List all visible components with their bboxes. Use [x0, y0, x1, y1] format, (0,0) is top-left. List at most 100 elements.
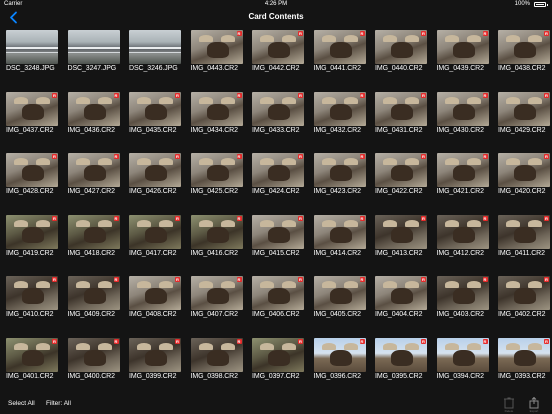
thumbnail-cell[interactable]: R IMG_0433.CR2 — [252, 91, 304, 154]
thumbnail-cell[interactable]: DSC_3247.JPG — [67, 30, 120, 92]
thumbnail-image: R — [313, 153, 366, 187]
file-name-label: DSC_3246.JPG — [129, 65, 178, 72]
thumbnail-cell[interactable]: R IMG_0425.CR2 — [190, 153, 243, 215]
moose-antler — [198, 281, 213, 288]
thumbnail-cell[interactable]: R IMG_0406.CR2 — [252, 276, 304, 338]
thumbnail-cell[interactable]: R IMG_0403.CR2 — [436, 276, 489, 338]
file-name-label: IMG_0417.CR2 — [129, 249, 177, 257]
thumbnail-cell[interactable]: R IMG_0396.CR2 — [313, 337, 366, 400]
thumbnail-cell[interactable]: R IMG_0410.CR2 — [6, 276, 58, 338]
thumbnail-image: R — [190, 214, 243, 249]
thumbnail-cell[interactable]: R IMG_0430.CR2 — [436, 91, 489, 154]
moose-antler — [321, 219, 336, 227]
thumbnail-cell[interactable]: R IMG_0404.CR2 — [375, 276, 427, 338]
thumbnail-cell[interactable]: R IMG_0407.CR2 — [190, 276, 243, 338]
thumbnail-cell[interactable]: DSC_3248.JPG — [6, 30, 58, 92]
thumbnail-cell[interactable]: R IMG_0441.CR2 — [313, 30, 366, 92]
moose-antler — [75, 219, 90, 227]
delete-button[interactable]: Delete — [502, 396, 516, 413]
thumbnail-image: R — [252, 214, 304, 249]
moose-antler — [260, 219, 274, 227]
thumbnail-image: R — [313, 337, 366, 372]
thumbnail-cell[interactable]: R IMG_0438.CR2 — [498, 30, 550, 92]
thumbnail-cell[interactable]: R IMG_0415.CR2 — [252, 214, 304, 277]
thumbnail-cell[interactable]: R IMG_0439.CR2 — [436, 30, 489, 92]
bridge-rail — [67, 47, 120, 49]
moose-antler — [343, 158, 358, 165]
file-name-label: IMG_0438.CR2 — [498, 65, 546, 72]
raw-badge: R — [421, 154, 426, 159]
thumbnail-cell[interactable]: R IMG_0440.CR2 — [375, 30, 427, 92]
thumbnail-cell[interactable]: R IMG_0398.CR2 — [190, 337, 243, 400]
thumbnail-image: R — [190, 153, 243, 187]
thumbnail-cell[interactable]: R IMG_0393.CR2 — [498, 337, 550, 400]
thumbnail-cell[interactable]: R IMG_0400.CR2 — [67, 337, 120, 400]
moose-antler — [343, 281, 358, 288]
raw-badge: R — [175, 215, 180, 221]
thumbnail-cell[interactable]: R IMG_0427.CR2 — [67, 153, 120, 215]
raw-badge: R — [359, 215, 365, 221]
thumbnail-cell[interactable]: R IMG_0435.CR2 — [129, 91, 181, 154]
thumbnail-cell[interactable]: R IMG_0434.CR2 — [190, 91, 243, 154]
file-name-label: IMG_0394.CR2 — [436, 372, 485, 380]
moose-antler — [36, 342, 50, 350]
thumbnail-cell[interactable]: R IMG_0411.CR2 — [498, 214, 550, 277]
thumbnail-cell[interactable]: R IMG_0408.CR2 — [129, 276, 181, 338]
thumbnail-image: R — [129, 153, 181, 187]
nav-bar: Card Contents — [0, 9, 552, 26]
thumbnail-cell[interactable]: R IMG_0418.CR2 — [67, 214, 120, 277]
thumbnail-image: R — [313, 214, 366, 249]
filter-button[interactable]: Filter: All — [46, 400, 71, 407]
thumbnail-cell[interactable]: DSC_3246.JPG — [129, 30, 181, 92]
thumbnail-cell[interactable]: R IMG_0402.CR2 — [498, 276, 550, 338]
moose-antler — [466, 281, 481, 288]
bridge-rail — [6, 52, 58, 53]
thumbnail-image: R — [313, 91, 366, 126]
moose-antler — [282, 219, 296, 227]
thumbnail-cell[interactable]: R IMG_0428.CR2 — [6, 153, 58, 215]
thumbnail-cell[interactable]: R IMG_0436.CR2 — [67, 91, 120, 154]
raw-badge: R — [175, 277, 180, 282]
raw-badge: R — [113, 154, 119, 159]
thumbnail-cell[interactable]: R IMG_0422.CR2 — [375, 153, 427, 215]
thumbnail-cell[interactable]: R IMG_0423.CR2 — [313, 153, 366, 215]
thumbnail-cell[interactable]: R IMG_0424.CR2 — [252, 153, 304, 215]
thumbnail-cell[interactable]: R IMG_0426.CR2 — [129, 153, 181, 215]
moose-antler — [343, 96, 358, 104]
thumbnail-cell[interactable]: R IMG_0413.CR2 — [375, 214, 427, 277]
moose-antler — [444, 342, 459, 350]
thumbnail-cell[interactable]: R IMG_0419.CR2 — [6, 214, 58, 277]
thumbnail-cell[interactable]: R IMG_0414.CR2 — [313, 214, 366, 277]
moose-figure — [83, 349, 106, 366]
thumbnail-cell[interactable]: R IMG_0401.CR2 — [6, 337, 58, 400]
thumbnail-cell[interactable]: R IMG_0420.CR2 — [498, 153, 550, 215]
moose-antler — [506, 35, 520, 42]
thumbnail-image: R — [252, 30, 304, 64]
thumbnail-cell[interactable]: R IMG_0399.CR2 — [129, 337, 181, 400]
thumbnail-cell[interactable]: R IMG_0409.CR2 — [67, 276, 120, 338]
thumbnail-cell[interactable]: R IMG_0412.CR2 — [436, 214, 489, 277]
moose-antler — [36, 281, 50, 288]
moose-antler — [405, 342, 419, 350]
raw-badge: R — [298, 154, 303, 159]
thumbnail-cell[interactable]: R IMG_0416.CR2 — [190, 214, 243, 277]
thumbnail-cell[interactable]: R IMG_0429.CR2 — [498, 91, 550, 154]
moose-figure — [514, 288, 536, 304]
thumbnail-cell[interactable]: R IMG_0437.CR2 — [6, 91, 58, 154]
thumbnail-cell[interactable]: R IMG_0397.CR2 — [252, 337, 304, 400]
thumbnail-cell[interactable]: R IMG_0421.CR2 — [436, 153, 489, 215]
thumbnail-cell[interactable]: R IMG_0442.CR2 — [252, 30, 304, 92]
thumbnail-cell[interactable]: R IMG_0443.CR2 — [190, 30, 243, 92]
thumbnail-cell[interactable]: R IMG_0431.CR2 — [375, 91, 427, 154]
select-all-button[interactable]: Select All — [8, 400, 35, 407]
export-button[interactable]: Export — [527, 396, 541, 413]
moose-antler — [282, 158, 296, 165]
thumbnail-cell[interactable]: R IMG_0394.CR2 — [436, 337, 489, 400]
thumbnail-cell[interactable]: R IMG_0395.CR2 — [375, 337, 427, 400]
file-name-label: IMG_0402.CR2 — [498, 311, 546, 318]
moose-antler — [321, 158, 336, 165]
file-name-label: IMG_0434.CR2 — [190, 126, 239, 134]
thumbnail-cell[interactable]: R IMG_0405.CR2 — [313, 276, 366, 338]
thumbnail-cell[interactable]: R IMG_0432.CR2 — [313, 91, 366, 154]
thumbnail-cell[interactable]: R IMG_0417.CR2 — [129, 214, 181, 277]
